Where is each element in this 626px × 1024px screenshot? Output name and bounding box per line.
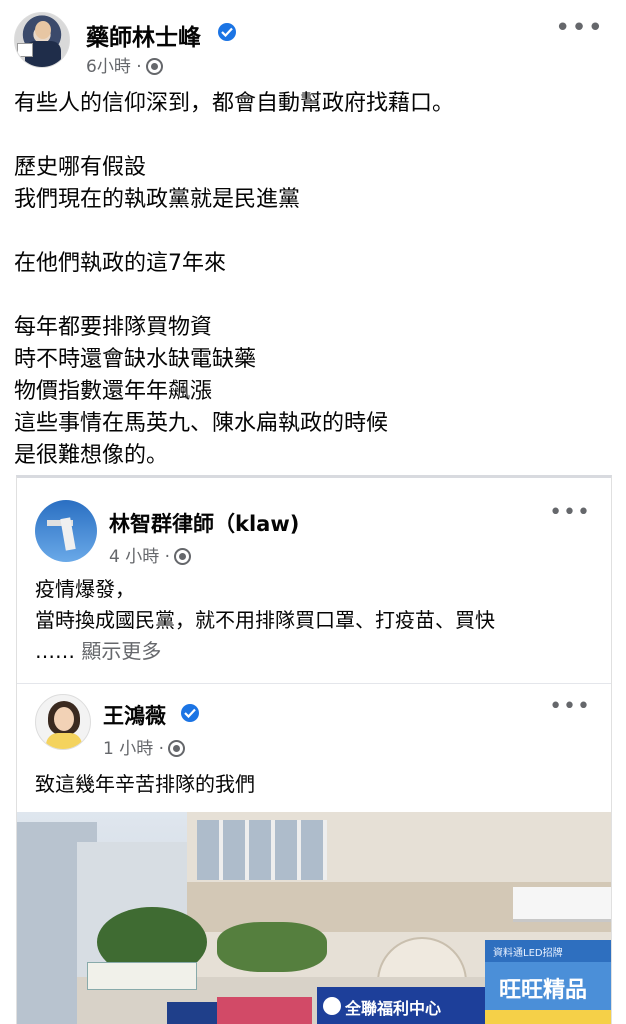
- shared-post-body: 疫情爆發， 當時換成國民黨，就不用排隊買口罩、打疫苗、買快 …… 顯示更多: [35, 574, 605, 667]
- shared-post-line: 當時換成國民黨，就不用排隊買口罩、打疫苗、買快: [35, 608, 495, 632]
- more-options-icon[interactable]: •••: [549, 502, 591, 524]
- verified-badge-icon: [181, 704, 199, 722]
- author-avatar[interactable]: [14, 12, 70, 68]
- shared-post-header: 林智群律師（klaw) 4 小時 · •••: [35, 500, 595, 567]
- post-line: 我們現在的執政黨就是民進黨: [14, 187, 301, 212]
- globe-icon: [174, 548, 192, 565]
- post-header: 藥師林士峰 6小時 · •••: [14, 12, 614, 77]
- shared-post-line: 疫情爆發，: [35, 577, 135, 601]
- see-more-row: …… 顯示更多: [35, 636, 605, 667]
- ellipsis: ……: [35, 639, 75, 663]
- inner-shared-post[interactable]: 王鴻薇 1 小時 · ••• 致這幾年辛苦排隊的我們 全聯福利中心 資料通LED…: [17, 683, 611, 1024]
- post-line: 時不時還會缺水缺電缺藥: [14, 347, 257, 372]
- more-options-icon[interactable]: •••: [555, 15, 604, 41]
- store-sign: 全聯福利中心: [317, 987, 487, 1024]
- post-line: 物價指數還年年飆漲: [14, 379, 213, 404]
- shared-post-card[interactable]: 林智群律師（klaw) 4 小時 · ••• 疫情爆發， 當時換成國民黨，就不用…: [16, 475, 612, 1024]
- globe-icon: [168, 740, 186, 757]
- post-line: 每年都要排隊買物資: [14, 315, 213, 340]
- inner-author-name[interactable]: 王鴻薇: [103, 700, 166, 730]
- shared-post-meta: 4 小時 ·: [109, 542, 192, 567]
- post-line: 這些事情在馬英九、陳水扁執政的時候: [14, 411, 389, 436]
- inner-post-meta: 1 小時 ·: [103, 734, 186, 759]
- post-line: 是很難想像的。: [14, 443, 169, 468]
- author-name[interactable]: 藥師林士峰: [86, 18, 201, 52]
- inner-post-header: 王鴻薇 1 小時 · •••: [35, 694, 595, 759]
- shop-sign: 資料通LED招牌 旺旺精品: [485, 940, 611, 1024]
- post-meta: 6小時 ·: [86, 52, 163, 77]
- post-timestamp[interactable]: 6小時 ·: [86, 57, 142, 77]
- inner-post-text: 致這幾年辛苦排隊的我們: [35, 772, 255, 796]
- post-body: 有些人的信仰深到，都會自動幫政府找藉口。 歷史哪有假設 我們現在的執政黨就是民進…: [14, 88, 614, 472]
- see-more-link[interactable]: 顯示更多: [81, 639, 161, 663]
- shared-author-name[interactable]: 林智群律師（klaw): [109, 508, 299, 538]
- globe-icon: [145, 58, 163, 75]
- post-line: 有些人的信仰深到，都會自動幫政府找藉口。: [14, 91, 455, 116]
- verified-badge-icon: [218, 23, 236, 41]
- shared-author-avatar[interactable]: [35, 500, 97, 562]
- post-line: 在他們執政的這7年來: [14, 251, 226, 276]
- inner-post-timestamp[interactable]: 1 小時 ·: [103, 739, 164, 759]
- shared-post-timestamp[interactable]: 4 小時 ·: [109, 547, 170, 567]
- inner-author-avatar[interactable]: [35, 694, 91, 750]
- more-options-icon[interactable]: •••: [549, 696, 591, 718]
- post-line: 歷史哪有假設: [14, 155, 147, 180]
- post-photo[interactable]: 全聯福利中心 資料通LED招牌 旺旺精品: [17, 812, 611, 1024]
